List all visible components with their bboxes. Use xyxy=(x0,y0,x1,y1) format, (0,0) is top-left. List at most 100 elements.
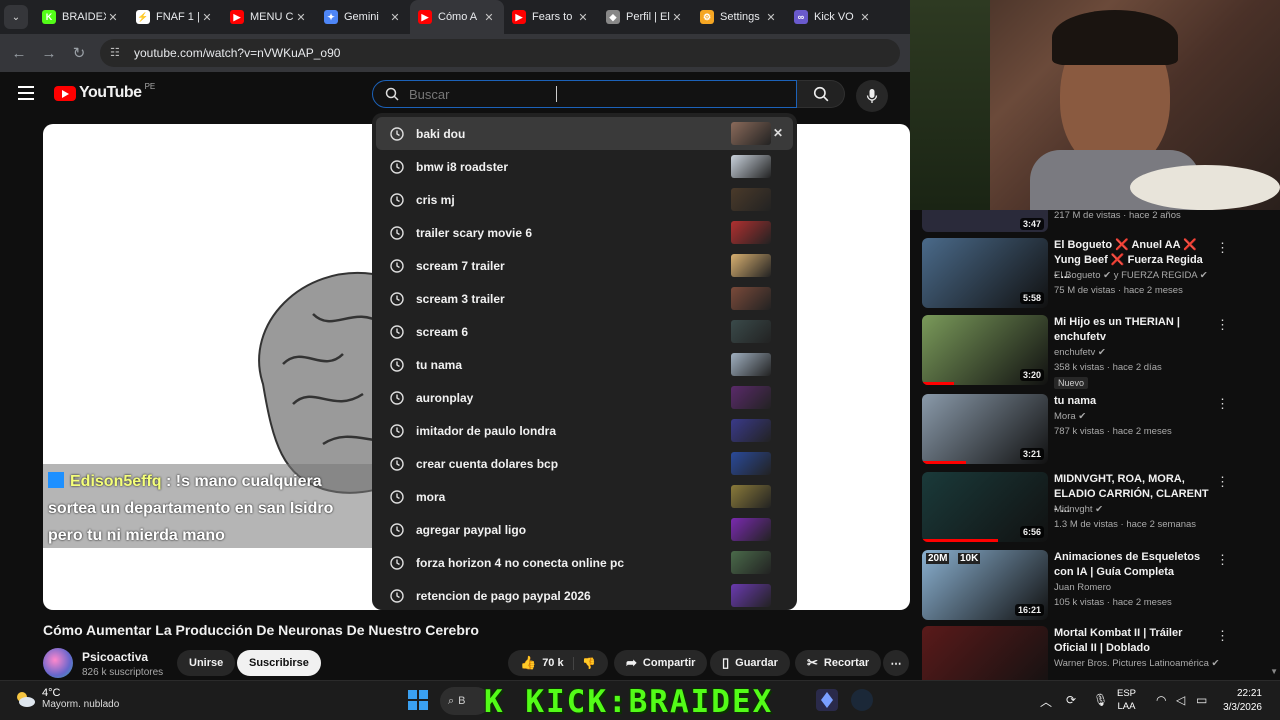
close-icon[interactable]: ✕ xyxy=(200,11,214,24)
more-vertical-icon[interactable]: ⋮ xyxy=(1216,240,1229,256)
channel-name[interactable]: El Bogueto ✔ y FUERZA REGIDA ✔ xyxy=(1054,270,1208,281)
video-thumbnail[interactable]: 3:20 xyxy=(922,315,1048,385)
youtube-logo[interactable]: YouTube PE xyxy=(54,82,155,102)
browser-tab[interactable]: ⚙ Settings ✕ xyxy=(692,0,786,34)
steam-icon[interactable] xyxy=(851,689,873,711)
video-title[interactable]: Animaciones de Esqueletos con IA | Guía … xyxy=(1054,550,1209,580)
more-actions-button[interactable]: ⋯ xyxy=(883,650,909,676)
suggestion-item[interactable]: crear cuenta dolares bcp xyxy=(372,447,797,480)
suggestion-item[interactable]: scream 3 trailer xyxy=(372,282,797,315)
forward-button[interactable]: → xyxy=(34,38,64,68)
language-indicator[interactable]: ESP LAA xyxy=(1117,687,1136,713)
join-label: Unirse xyxy=(189,657,224,669)
share-button[interactable]: ➦ Compartir xyxy=(614,650,708,676)
suggestion-thumbnail xyxy=(731,386,771,409)
voice-search-button[interactable] xyxy=(856,80,888,112)
search-button[interactable] xyxy=(797,80,845,108)
suggestion-item[interactable]: imitador de paulo londra xyxy=(372,414,797,447)
browser-tab[interactable]: ◆ Perfil | El ✕ xyxy=(598,0,692,34)
text-cursor xyxy=(556,86,562,102)
language-secondary: LAA xyxy=(1117,701,1136,712)
more-vertical-icon[interactable]: ⋮ xyxy=(1216,317,1229,333)
suggestion-item[interactable]: retencion de pago paypal 2026 xyxy=(372,579,797,612)
address-bar[interactable]: ☷ youtube.com/watch?v=nVWKuAP_o90 xyxy=(100,39,900,67)
system-clock[interactable]: 22:21 3/3/2026 xyxy=(1223,687,1262,715)
video-title[interactable]: Mi Hijo es un THERIAN | enchufetv xyxy=(1054,315,1209,345)
video-title[interactable]: tu nama xyxy=(1054,394,1209,409)
close-icon[interactable]: ✕ xyxy=(106,11,120,24)
close-icon[interactable]: ✕ xyxy=(858,11,872,24)
start-button[interactable] xyxy=(408,690,428,710)
scroll-down-arrow[interactable]: ▼ xyxy=(1270,667,1278,676)
like-count[interactable]: 70 k xyxy=(542,657,563,669)
channel-name[interactable]: Warner Bros. Pictures Latinoamérica ✔ xyxy=(1054,658,1219,669)
suggestion-item[interactable]: forza horizon 4 no conecta online pc xyxy=(372,546,797,579)
browser-tab[interactable]: ▶ MENU C ✕ xyxy=(222,0,316,34)
close-icon[interactable]: ✕ xyxy=(482,11,496,24)
video-thumbnail[interactable]: 16:21 20M 10K xyxy=(922,550,1048,620)
subscribe-label: Suscribirse xyxy=(249,657,309,669)
suggestion-item[interactable]: cris mj xyxy=(372,183,797,216)
like-icon[interactable]: 👍 xyxy=(520,655,536,671)
more-vertical-icon[interactable]: ⋮ xyxy=(1216,474,1229,490)
browser-tab[interactable]: ✦ Gemini ✕ xyxy=(316,0,410,34)
back-button[interactable]: ← xyxy=(4,38,34,68)
close-icon[interactable]: ✕ xyxy=(294,11,308,24)
channel-name[interactable]: Juan Romero xyxy=(1054,582,1111,593)
weather-widget[interactable]: 4°C Mayorm. nublado xyxy=(14,687,119,710)
video-thumbnail[interactable]: 3:21 xyxy=(922,394,1048,464)
browser-tab[interactable]: ∞ Kick VO ✕ xyxy=(786,0,880,34)
join-button[interactable]: Unirse xyxy=(177,650,236,676)
subscribe-button[interactable]: Suscribirse xyxy=(237,650,321,676)
suggestion-item[interactable]: scream 7 trailer xyxy=(372,249,797,282)
suggestion-item[interactable]: bmw i8 roadster xyxy=(372,150,797,183)
taskbar-search[interactable]: ⌕ B xyxy=(440,687,490,715)
avatar[interactable] xyxy=(43,648,73,678)
close-icon[interactable]: ✕ xyxy=(388,11,402,24)
chevron-up-icon[interactable]: ︿ xyxy=(1040,693,1052,710)
channel-name[interactable]: Mora ✔ xyxy=(1054,411,1086,422)
microphone-icon[interactable]: 🎙 xyxy=(1093,693,1108,707)
app-icon[interactable] xyxy=(816,689,838,711)
more-vertical-icon[interactable]: ⋮ xyxy=(1216,628,1229,644)
channel-name[interactable]: enchufetv ✔ xyxy=(1054,347,1106,358)
video-thumbnail[interactable]: 3:47 xyxy=(922,210,1048,232)
browser-tab[interactable]: K BRAIDEX ✕ xyxy=(34,0,128,34)
site-info-icon[interactable]: ☷ xyxy=(110,46,124,60)
suggestion-item[interactable]: mora xyxy=(372,480,797,513)
close-icon[interactable]: ✕ xyxy=(773,126,783,140)
suggestion-item[interactable]: tu nama xyxy=(372,348,797,381)
save-button[interactable]: ▯ Guardar xyxy=(710,650,790,676)
wifi-icon[interactable]: ◠ xyxy=(1156,693,1166,707)
channel-name[interactable]: Psicoactiva xyxy=(82,650,148,664)
tab-search-button[interactable]: ⌄ xyxy=(4,5,28,29)
history-icon xyxy=(390,225,404,240)
reload-button[interactable]: ↻ xyxy=(64,38,94,68)
suggestion-item[interactable]: agregar paypal ligo xyxy=(372,513,797,546)
sync-icon[interactable]: ⟳ xyxy=(1066,693,1076,707)
suggestion-item[interactable]: scream 6 xyxy=(372,315,797,348)
close-icon[interactable]: ✕ xyxy=(670,11,684,24)
hamburger-menu-icon[interactable] xyxy=(18,86,34,100)
more-vertical-icon[interactable]: ⋮ xyxy=(1216,552,1229,568)
channel-name[interactable]: Midnvght ✔ xyxy=(1054,504,1103,515)
tab-title: Settings xyxy=(720,11,760,23)
video-title[interactable]: Mortal Kombat II | Tráiler Oficial II | … xyxy=(1054,626,1209,656)
dislike-icon[interactable]: 👎 xyxy=(573,656,596,670)
suggestion-item[interactable]: baki dou ✕ xyxy=(376,117,793,150)
suggestion-thumbnail xyxy=(731,287,771,310)
close-icon[interactable]: ✕ xyxy=(764,11,778,24)
search-input[interactable]: Buscar xyxy=(372,80,797,108)
suggestion-item[interactable]: trailer scary movie 6 xyxy=(372,216,797,249)
more-vertical-icon[interactable]: ⋮ xyxy=(1216,396,1229,412)
browser-tab[interactable]: ▶ Fears to ✕ xyxy=(504,0,598,34)
clip-button[interactable]: ✂ Recortar xyxy=(795,650,882,676)
close-icon[interactable]: ✕ xyxy=(576,11,590,24)
video-thumbnail[interactable]: 5:58 xyxy=(922,238,1048,308)
volume-icon[interactable]: ◁ xyxy=(1176,693,1185,707)
suggestion-item[interactable]: auronplay xyxy=(372,381,797,414)
browser-tab[interactable]: ▶ Cómo A ✕ xyxy=(410,0,504,34)
browser-tab[interactable]: ⚡ FNAF 1 | ✕ xyxy=(128,0,222,34)
video-thumbnail[interactable]: 6:56 xyxy=(922,472,1048,542)
battery-icon[interactable]: ▭ xyxy=(1196,693,1207,707)
